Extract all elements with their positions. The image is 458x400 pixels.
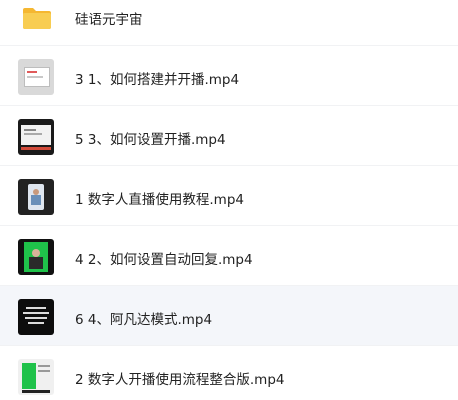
list-item-folder[interactable]: 硅语元宇宙 <box>0 0 458 46</box>
list-item-file[interactable]: 6 4、阿凡达模式.mp4 <box>0 286 458 346</box>
list-item-file[interactable]: 2 数字人开播使用流程整合版.mp4 <box>0 346 458 400</box>
folder-icon <box>23 8 51 29</box>
video-thumbnail-icon <box>18 239 54 275</box>
video-thumbnail-icon <box>18 59 54 95</box>
file-name: 6 4、阿凡达模式.mp4 <box>75 312 213 328</box>
list-item-file[interactable]: 5 3、如何设置开播.mp4 <box>0 106 458 166</box>
file-name: 2 数字人开播使用流程整合版.mp4 <box>75 372 285 388</box>
video-thumbnail-icon <box>18 119 54 155</box>
video-thumbnail-icon <box>18 299 54 335</box>
video-thumbnail-icon <box>18 359 54 395</box>
list-item-file[interactable]: 3 1、如何搭建并开播.mp4 <box>0 46 458 106</box>
file-name: 3 1、如何搭建并开播.mp4 <box>75 72 240 88</box>
file-name: 硅语元宇宙 <box>75 12 143 28</box>
file-name: 4 2、如何设置自动回复.mp4 <box>75 252 253 268</box>
video-thumbnail-icon <box>18 179 54 215</box>
list-item-file[interactable]: 1 数字人直播使用教程.mp4 <box>0 166 458 226</box>
file-list: 硅语元宇宙 3 1、如何搭建并开播.mp4 5 3、如何设置开播.mp4 1 数… <box>0 0 458 400</box>
list-item-file[interactable]: 4 2、如何设置自动回复.mp4 <box>0 226 458 286</box>
file-name: 5 3、如何设置开播.mp4 <box>75 132 226 148</box>
file-name: 1 数字人直播使用教程.mp4 <box>75 192 244 208</box>
